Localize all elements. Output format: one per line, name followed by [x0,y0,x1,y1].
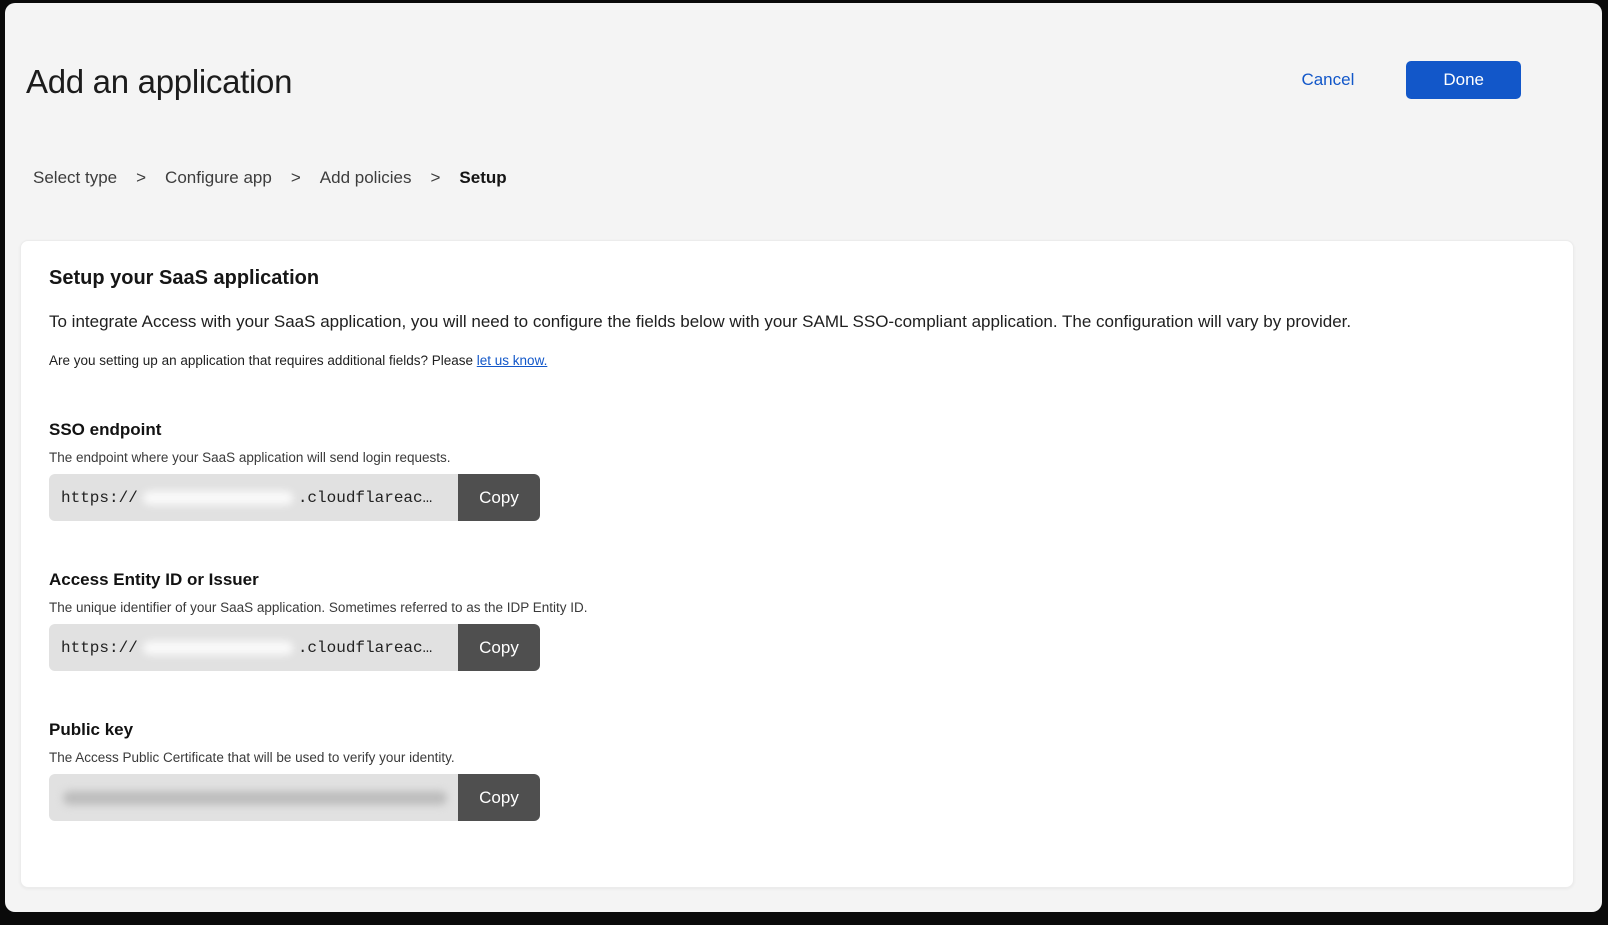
field-access-entity-id: Access Entity ID or Issuer The unique id… [49,570,1545,671]
access-entity-id-value: https:// .cloudflareac… [49,624,458,671]
intro-text: To integrate Access with your SaaS appli… [49,312,1545,332]
field-public-key: Public key The Access Public Certificate… [49,720,1545,821]
field-description: The unique identifier of your SaaS appli… [49,600,1545,615]
header-actions: Cancel Done [1295,61,1521,99]
screenshot-frame: { "header": { "title": "Add an applicati… [0,0,1608,925]
page-title: Add an application [26,63,292,101]
field-label: Public key [49,720,1545,740]
page: Add an application Cancel Done Select ty… [5,3,1602,912]
copy-public-key-button[interactable]: Copy [458,774,540,821]
breadcrumb: Select type > Configure app > Add polici… [33,168,507,188]
public-key-value-box: Copy [49,774,540,821]
cancel-button[interactable]: Cancel [1295,69,1360,91]
sso-endpoint-value: https:// .cloudflareac… [49,474,458,521]
done-button[interactable]: Done [1406,61,1521,99]
let-us-know-link[interactable]: let us know. [477,353,548,368]
sso-endpoint-value-box: https:// .cloudflareac… Copy [49,474,540,521]
copy-access-entity-id-button[interactable]: Copy [458,624,540,671]
field-description: The Access Public Certificate that will … [49,750,1545,765]
note-text: Are you setting up an application that r… [49,353,1545,368]
redacted-value-blur [63,791,447,805]
field-label: Access Entity ID or Issuer [49,570,1545,590]
card-heading: Setup your SaaS application [49,267,1545,290]
redacted-value-blur [143,491,293,505]
breadcrumb-separator: > [291,168,301,188]
breadcrumb-step-setup: Setup [459,168,506,188]
note-prefix: Are you setting up an application that r… [49,353,477,368]
public-key-value [49,774,458,821]
redacted-value-blur [143,641,293,655]
breadcrumb-step-select-type[interactable]: Select type [33,168,117,188]
setup-card: Setup your SaaS application To integrate… [20,240,1574,888]
breadcrumb-separator: > [136,168,146,188]
value-suffix: .cloudflareac… [298,489,432,507]
field-label: SSO endpoint [49,420,1545,440]
value-prefix: https:// [61,639,138,657]
value-prefix: https:// [61,489,138,507]
value-suffix: .cloudflareac… [298,639,432,657]
field-description: The endpoint where your SaaS application… [49,450,1545,465]
breadcrumb-separator: > [430,168,440,188]
breadcrumb-step-add-policies[interactable]: Add policies [320,168,412,188]
breadcrumb-step-configure-app[interactable]: Configure app [165,168,272,188]
field-sso-endpoint: SSO endpoint The endpoint where your Saa… [49,420,1545,521]
access-entity-id-value-box: https:// .cloudflareac… Copy [49,624,540,671]
copy-sso-endpoint-button[interactable]: Copy [458,474,540,521]
